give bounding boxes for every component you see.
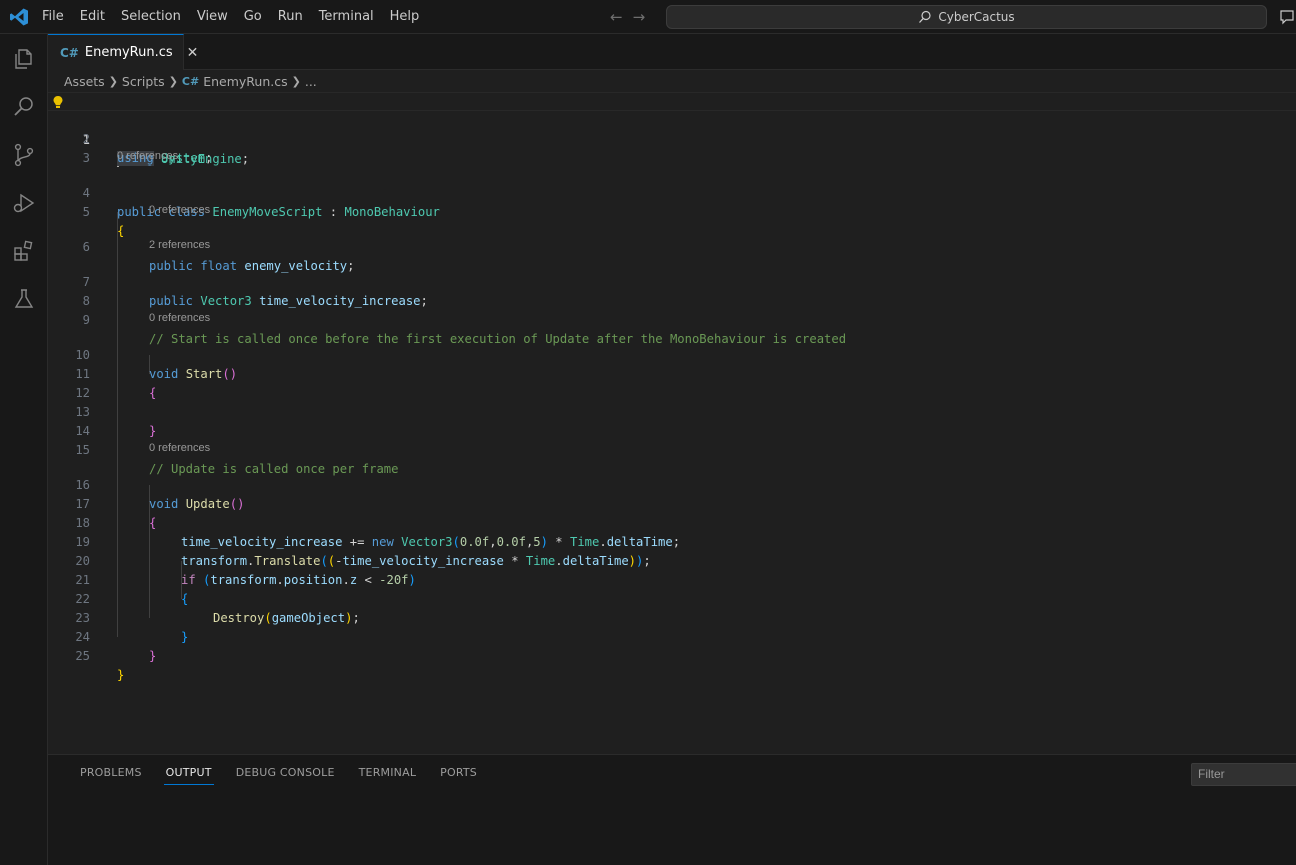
code-line: 25 } — [48, 628, 1296, 682]
tab-debug-console[interactable]: DEBUG CONSOLE — [224, 755, 347, 791]
code-line: 12 — [48, 365, 1296, 400]
code-line: 11 { — [48, 346, 1296, 400]
workspace-name: CyberCactus — [938, 10, 1015, 24]
tab-output[interactable]: OUTPUT — [154, 755, 224, 791]
code-line: 5 { — [48, 184, 1296, 238]
tab-title: EnemyRun.cs — [84, 45, 173, 60]
breadcrumb-symbols[interactable]: ... — [305, 74, 317, 89]
vscode-logo-icon[interactable] — [9, 7, 29, 27]
code-line: 16 void Update() — [48, 457, 1296, 511]
code-line: 9 // Start is called once before the fir… — [48, 292, 1296, 346]
code-editor[interactable]: 1 using UnityEngine; 2 using System; 3 0… — [48, 92, 1296, 754]
menu-edit[interactable]: Edit — [72, 0, 113, 34]
command-center-search[interactable]: CyberCactus — [666, 5, 1267, 29]
lightbulb-icon[interactable] — [52, 95, 64, 109]
tab-terminal[interactable]: TERMINAL — [347, 755, 429, 791]
breadcrumb-assets[interactable]: Assets — [64, 74, 105, 89]
code-line: 22 Destroy(gameObject); — [48, 571, 1296, 625]
code-line: 7 public Vector3 time_velocity_increase; — [48, 254, 1296, 308]
title-bar: File Edit Selection View Go Run Terminal… — [0, 0, 1296, 34]
code-line: 24 } — [48, 609, 1296, 663]
search-icon — [919, 10, 931, 23]
back-arrow-icon[interactable]: ← — [610, 8, 623, 26]
code-line: 14 — [48, 403, 1296, 438]
chevron-right-icon: ❯ — [168, 74, 178, 88]
menu-selection[interactable]: Selection — [113, 0, 189, 34]
code-lens-references[interactable]: 0 references — [149, 441, 210, 456]
menu-help[interactable]: Help — [382, 0, 428, 34]
testing-flask-icon[interactable] — [12, 287, 36, 311]
activity-bar — [0, 34, 48, 865]
menu-bar: File Edit Selection View Go Run Terminal… — [34, 0, 427, 34]
code-line: 10 void Start() — [48, 327, 1296, 381]
editor-tab-bar: C# EnemyRun.cs ✕ — [48, 34, 1296, 70]
extensions-icon[interactable] — [12, 239, 36, 263]
explorer-icon[interactable] — [12, 47, 36, 71]
code-text: } — [149, 649, 157, 663]
code-text: } — [117, 668, 125, 682]
panel-tabs: PROBLEMS OUTPUT DEBUG CONSOLE TERMINAL P… — [68, 755, 489, 791]
code-line: 20 if (transform.position.z < -20f) — [48, 533, 1296, 587]
chevron-right-icon: ❯ — [108, 74, 118, 88]
code-line: 2 using System; — [48, 111, 1296, 165]
chevron-right-icon: ❯ — [291, 74, 301, 88]
code-line: 15 // Update is called once per frame — [48, 422, 1296, 476]
chat-icon[interactable] — [1279, 9, 1296, 25]
navigation-arrows: ← → — [610, 8, 645, 26]
code-line: 19 transform.Translate((-time_velocity_i… — [48, 514, 1296, 568]
output-filter-input[interactable]: Filter — [1191, 763, 1296, 786]
tab-problems[interactable]: PROBLEMS — [68, 755, 154, 791]
code-lens-references[interactable]: 0 references — [149, 203, 210, 218]
tab-enemyrun-cs[interactable]: C# EnemyRun.cs ✕ — [48, 34, 198, 70]
line-number: 25 — [75, 649, 90, 663]
run-debug-icon[interactable] — [12, 191, 36, 215]
close-icon[interactable]: ✕ — [187, 45, 199, 61]
code-line: 23 } — [48, 590, 1296, 644]
source-control-icon[interactable] — [12, 143, 36, 167]
tab-ports[interactable]: PORTS — [428, 755, 489, 791]
menu-file[interactable]: File — [34, 0, 72, 34]
code-lens-references[interactable]: 0 references — [117, 149, 178, 164]
csharp-file-icon: C# — [181, 74, 200, 88]
csharp-file-icon: C# — [60, 45, 79, 60]
menu-terminal[interactable]: Terminal — [311, 0, 382, 34]
code-line: 6 public float enemy_velocity; — [48, 219, 1296, 273]
breadcrumb-file[interactable]: EnemyRun.cs — [203, 74, 287, 89]
menu-view[interactable]: View — [189, 0, 236, 34]
forward-arrow-icon[interactable]: → — [633, 8, 646, 26]
bottom-panel: PROBLEMS OUTPUT DEBUG CONSOLE TERMINAL P… — [48, 754, 1296, 865]
code-line: 17 { — [48, 476, 1296, 530]
code-line: 3 — [48, 130, 1296, 165]
breadcrumb: Assets ❯ Scripts ❯ C# EnemyRun.cs ❯ ... — [48, 70, 1296, 92]
search-sidebar-icon[interactable] — [12, 95, 36, 119]
code-line: 18 time_velocity_increase += new Vector3… — [48, 495, 1296, 549]
code-line: 1 using UnityEngine; — [48, 92, 1296, 167]
code-line: 13 } — [48, 384, 1296, 438]
menu-go[interactable]: Go — [236, 0, 270, 34]
menu-run[interactable]: Run — [270, 0, 311, 34]
code-line: 21 { — [48, 552, 1296, 606]
code-line: 4 public class EnemyMoveScript : MonoBeh… — [48, 165, 1296, 219]
code-line: 8 — [48, 273, 1296, 308]
code-lens-references[interactable]: 2 references — [149, 238, 210, 253]
code-lens-references[interactable]: 0 references — [149, 311, 210, 326]
breadcrumb-scripts[interactable]: Scripts — [122, 74, 165, 89]
